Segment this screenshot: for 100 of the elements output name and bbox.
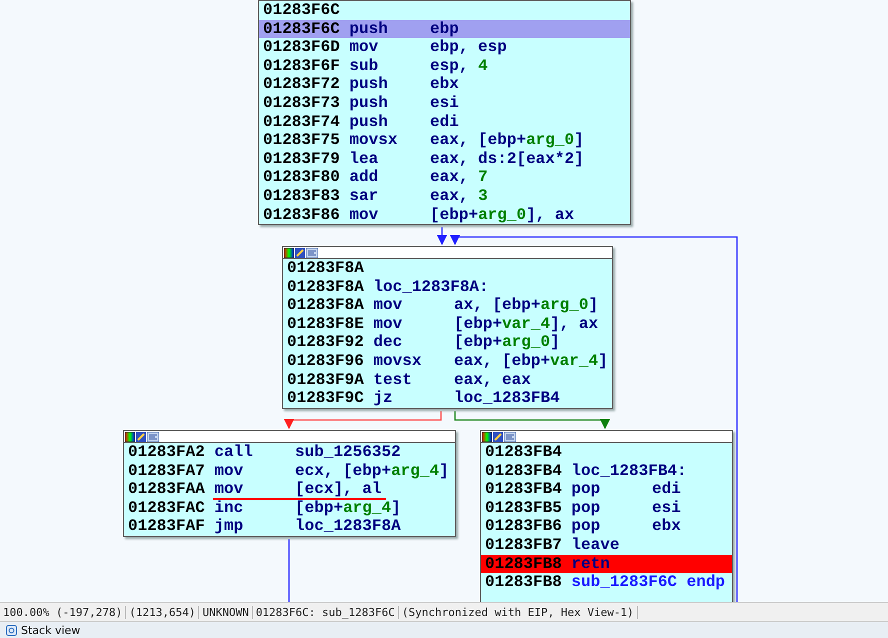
address-text: 01283FB5 <box>485 498 563 518</box>
graph-icon[interactable] <box>504 432 516 442</box>
palette-icon[interactable] <box>125 432 135 442</box>
address-text: 01283F8A <box>287 278 365 296</box>
address-text: 01283F6F <box>263 56 341 76</box>
address-text: 01283FB4 <box>485 462 563 480</box>
mnemonic-text: retn <box>571 554 611 574</box>
address-text: 01283F92 <box>287 333 365 352</box>
operand-text: eax, ds:2[eax*2] <box>430 150 584 168</box>
operand-text: loc_1283FB4 <box>454 389 560 408</box>
operand-text: eax, [ebp+arg_0] <box>430 131 584 150</box>
status-text: 100.00% (-197,278) <box>0 606 126 618</box>
address-text: 01283FAC <box>128 498 206 518</box>
address-text: 01283F8E <box>287 314 365 334</box>
mnemonic-text: push <box>349 20 389 38</box>
mnemonic-text: push <box>349 75 389 94</box>
mnemonic-text: movsx <box>349 131 398 150</box>
status-text: 01283F6C: sub_1283F6C <box>252 606 399 618</box>
operand-text: esi <box>652 498 681 518</box>
mnemonic-text: mov <box>373 296 404 315</box>
operand-text: sub_1283F6C endp <box>571 573 726 592</box>
address-text: 01283F79 <box>263 150 341 168</box>
mnemonic-text: push <box>349 112 389 132</box>
mnemonic-text: inc <box>214 498 244 518</box>
palette-icon[interactable] <box>482 432 492 442</box>
address-text: 01283F73 <box>263 94 341 113</box>
mnemonic-text: pop <box>571 480 602 499</box>
mnemonic-text: push <box>349 94 389 113</box>
flow-arrow <box>436 227 448 246</box>
mnemonic-text: sar <box>349 186 380 206</box>
palette-icon[interactable] <box>284 248 294 258</box>
mnemonic-text: pop <box>571 517 602 536</box>
operand-text: loc_1283F8A: <box>373 278 489 296</box>
status-text: UNKNOWN <box>199 606 253 618</box>
operand-text: ax, [ebp+arg_0] <box>454 296 598 315</box>
address-text: 01283F8A <box>287 296 365 315</box>
code-block[interactable]: 01283F8A 01283F8A loc_1283F8A: 01283F8A mov ax, [ebp+arg_0] 01283F8E mov [ebp+var_4], ax 01283F92 dec [ebp+arg_0] 01283F96 movsx eax, [ebp+var_4] 01283F9A test eax, eax 01283F9C jz loc_1283FB4 <box>282 246 613 409</box>
operand-text: eax, eax <box>454 370 531 390</box>
flow-line <box>288 539 290 602</box>
mnemonic-text: mov <box>214 480 244 499</box>
mnemonic-text: pop <box>571 498 602 518</box>
status-text: (1213,654) <box>126 606 200 618</box>
operand-text: esi <box>430 94 459 113</box>
address-text: 01283FB7 <box>485 536 563 555</box>
mnemonic-text: jmp <box>214 517 244 536</box>
code-block[interactable] <box>258 0 631 226</box>
operand-text: sub_1256352 <box>295 443 401 462</box>
pencil-icon[interactable] <box>136 432 146 442</box>
operand-text: ebx <box>652 517 681 536</box>
stack-view-tab[interactable]: Stack view <box>0 624 86 636</box>
code-block[interactable]: 01283FB4 01283FB4 loc_1283FB4: 01283FB4 pop edi 01283FB5 pop esi 01283FB6 pop ebx 01283FB7 leave 01283FB8 retn 01283FB8 sub_1283F6C endp <box>480 430 733 602</box>
code-block[interactable]: 01283FA2 call sub_1256352 01283FA7 mov ecx, [ebp+arg_4] 01283FAA mov [ecx], al 01283FAC inc [ebp+arg_4] 01283FAF jmp loc_1283F8A <box>123 430 456 537</box>
pencil-icon[interactable] <box>493 432 503 442</box>
mnemonic-text: mov <box>349 206 380 224</box>
pencil-icon[interactable] <box>295 248 305 258</box>
mnemonic-text: jz <box>373 389 394 408</box>
operand-text: edi <box>652 480 681 499</box>
operand-text: [ecx], al <box>295 480 382 499</box>
operand-text: loc_1283F8A <box>295 517 401 536</box>
mnemonic-text: mov <box>349 38 380 57</box>
address-text: 01283FB6 <box>485 517 563 536</box>
mnemonic-text: call <box>214 443 254 462</box>
operand-text: ebx <box>430 75 459 94</box>
address-text: 01283F83 <box>263 186 341 206</box>
address-text: 01283F74 <box>263 112 341 132</box>
address-text: 01283F6C <box>263 20 341 38</box>
address-text: 01283F75 <box>263 131 341 150</box>
address-text: 01283F72 <box>263 75 341 94</box>
operand-text: eax, [ebp+var_4] <box>454 352 608 371</box>
address-text: 01283F86 <box>263 206 341 224</box>
address-text: 01283FAA <box>128 480 206 499</box>
address-text: 01283F80 <box>263 168 341 187</box>
address-text: 01283FB8 <box>485 554 563 574</box>
graph-icon[interactable] <box>147 432 159 442</box>
operand-text: [ebp+var_4], ax <box>454 314 598 334</box>
status-text: (Synchronized with EIP, Hex View-1) <box>398 606 638 618</box>
operand-text: edi <box>430 112 459 132</box>
mnemonic-text: mov <box>214 462 244 480</box>
operand-text: ebp, esp <box>430 38 507 57</box>
address-text: 01283FB4 <box>485 443 563 462</box>
operand-text: [ebp+arg_0] <box>454 333 560 352</box>
operand-text: ebp <box>430 20 459 38</box>
mnemonic-text: sub <box>349 56 380 76</box>
operand-text: [ebp+arg_4] <box>295 498 401 518</box>
address-text: 01283FB4 <box>485 480 563 499</box>
operand-text: ecx, [ebp+arg_4] <box>295 462 449 480</box>
address-text: 01283F8A <box>287 259 365 278</box>
address-text: 01283F9C <box>287 389 365 408</box>
address-text: 01283FA7 <box>128 462 206 480</box>
stack-icon <box>6 624 17 636</box>
operand-text: esp, 4 <box>430 56 488 76</box>
operand-text: eax, 3 <box>430 186 488 206</box>
mnemonic-text: lea <box>349 150 380 168</box>
address-text: 01283F6C <box>263 1 341 20</box>
operand-text: loc_1283FB4: <box>571 462 687 480</box>
graph-icon[interactable] <box>306 248 318 258</box>
mnemonic-text: dec <box>373 333 404 352</box>
address-text: 01283FB8 <box>485 573 563 592</box>
address-text: 01283F9A <box>287 370 365 390</box>
operand-text: [ebp+arg_0], ax <box>430 206 574 224</box>
